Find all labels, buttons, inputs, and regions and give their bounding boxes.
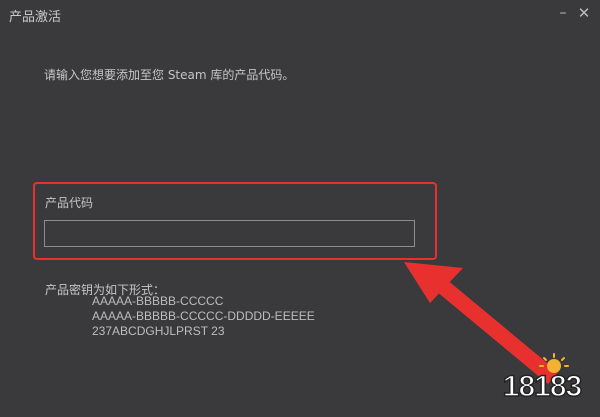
key-format-example: 237ABCDGHJLPRST 23 bbox=[92, 324, 225, 338]
site-watermark-logo: 18183 bbox=[492, 352, 592, 408]
window-title: 产品激活 bbox=[9, 10, 62, 25]
key-format-example: AAAAA-BBBBB-CCCCC-DDDDD-EEEEE bbox=[92, 309, 315, 323]
instruction-text: 请输入您想要添加至您 Steam 库的产品代码。 bbox=[44, 68, 295, 82]
product-code-input[interactable] bbox=[44, 220, 415, 247]
close-button[interactable]: ✕ bbox=[573, 2, 595, 24]
minimize-button[interactable]: – bbox=[552, 2, 574, 24]
title-bar: 产品激活 – ✕ bbox=[0, 0, 600, 28]
product-activation-dialog: 产品激活 – ✕ 请输入您想要添加至您 Steam 库的产品代码。 产品代码 产… bbox=[0, 0, 600, 417]
key-format-example: AAAAA-BBBBB-CCCCC bbox=[92, 294, 224, 308]
product-code-label: 产品代码 bbox=[45, 196, 94, 210]
watermark-text: 18183 bbox=[502, 369, 583, 404]
